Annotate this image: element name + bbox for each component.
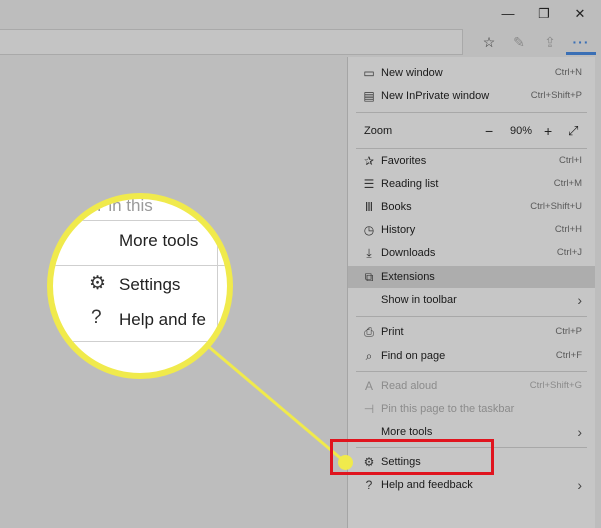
menu-item-new-window[interactable]: ▭ New window Ctrl+N [348,62,595,84]
menu-item-pin-to-taskbar: ⊣ Pin this page to the taskbar [363,402,515,416]
menu-item-find-on-page[interactable]: ⌕ Find on page Ctrl+F [348,345,595,367]
print-icon: ⎙ [364,325,374,339]
pin-icon: ⊣ [363,402,375,416]
favorites-star-icon[interactable]: ☆ [480,33,498,51]
menu-item-history[interactable]: ◷ History Ctrl+H [348,219,595,241]
chevron-right-icon: › [577,424,582,440]
zoom-level: 90% [510,125,533,137]
browser-toolbar: ☆ ✎ ⇪ ··· [0,28,601,56]
search-icon: ⌕ [365,349,373,363]
extensions-icon: ⧉ [364,270,374,284]
read-aloud-icon: A [364,379,373,393]
menu-separator [356,112,587,113]
fullscreen-icon[interactable]: ⤢ [568,120,578,142]
pen-icon[interactable]: ✎ [510,33,528,51]
address-bar[interactable] [0,29,463,55]
menu-separator [356,371,587,372]
magnifier-separator [53,220,227,221]
help-icon: ? [365,478,373,492]
restore-icon[interactable]: ❐ [533,4,555,24]
menu-item-print[interactable]: ⎙ Print Ctrl+P [348,321,595,343]
magnifier-separator [53,265,227,266]
inprivate-icon: ▤ [363,89,375,103]
reading-list-icon: ☰ [363,177,375,191]
share-icon[interactable]: ⇪ [541,33,559,51]
download-icon: ⤓ [366,246,372,260]
history-icon: ◷ [363,223,375,237]
menu-item-downloads[interactable]: ⤓ Downloads Ctrl+J [348,242,595,264]
chevron-right-icon: › [577,292,582,308]
chevron-right-icon: › [577,477,582,493]
minimize-icon[interactable]: — [497,4,519,24]
magnifier-separator [53,341,227,342]
favorites-icon: ✰ [363,154,375,168]
menu-item-books[interactable]: Ⅲ Books Ctrl+Shift+U [348,196,595,218]
menu-item-new-inprivate-window[interactable]: ▤ New InPrivate window Ctrl+Shift+P [348,85,595,107]
menu-item-extensions[interactable]: ⧉ Extensions [348,266,595,288]
menu-separator [356,316,587,317]
menu-item-favorites[interactable]: ✰ Favorites Ctrl+I [348,150,595,172]
zoom-in-button[interactable]: + [544,120,552,142]
menu-item-help-and-feedback[interactable]: ? Help and feedback › [348,474,595,496]
menu-item-read-aloud: A Read aloud Ctrl+Shift+G [348,375,595,397]
more-active-indicator [566,52,596,55]
title-bar: — ❐ ✕ [0,0,601,28]
menu-item-show-in-toolbar[interactable]: Show in toolbar › [348,289,595,311]
gear-icon: ⚙ [89,273,107,294]
books-icon: Ⅲ [364,200,374,214]
close-icon[interactable]: ✕ [569,4,591,24]
magnifier-menu-edge [217,199,218,373]
settings-highlight-box [330,439,494,475]
magnifier-callout: Pin this More tools ⚙ Settings ? Help an… [47,193,233,379]
callout-dot [338,455,353,470]
zoom-out-button[interactable]: − [485,120,493,142]
more-ellipsis-icon[interactable]: ··· [572,33,590,51]
menu-separator [356,148,587,149]
menu-item-zoom: Zoom − 90% + ⤢ [348,120,595,142]
menu-item-reading-list[interactable]: ☰ Reading list Ctrl+M [348,173,595,195]
window-icon: ▭ [363,66,375,80]
help-icon: ? [91,307,102,328]
